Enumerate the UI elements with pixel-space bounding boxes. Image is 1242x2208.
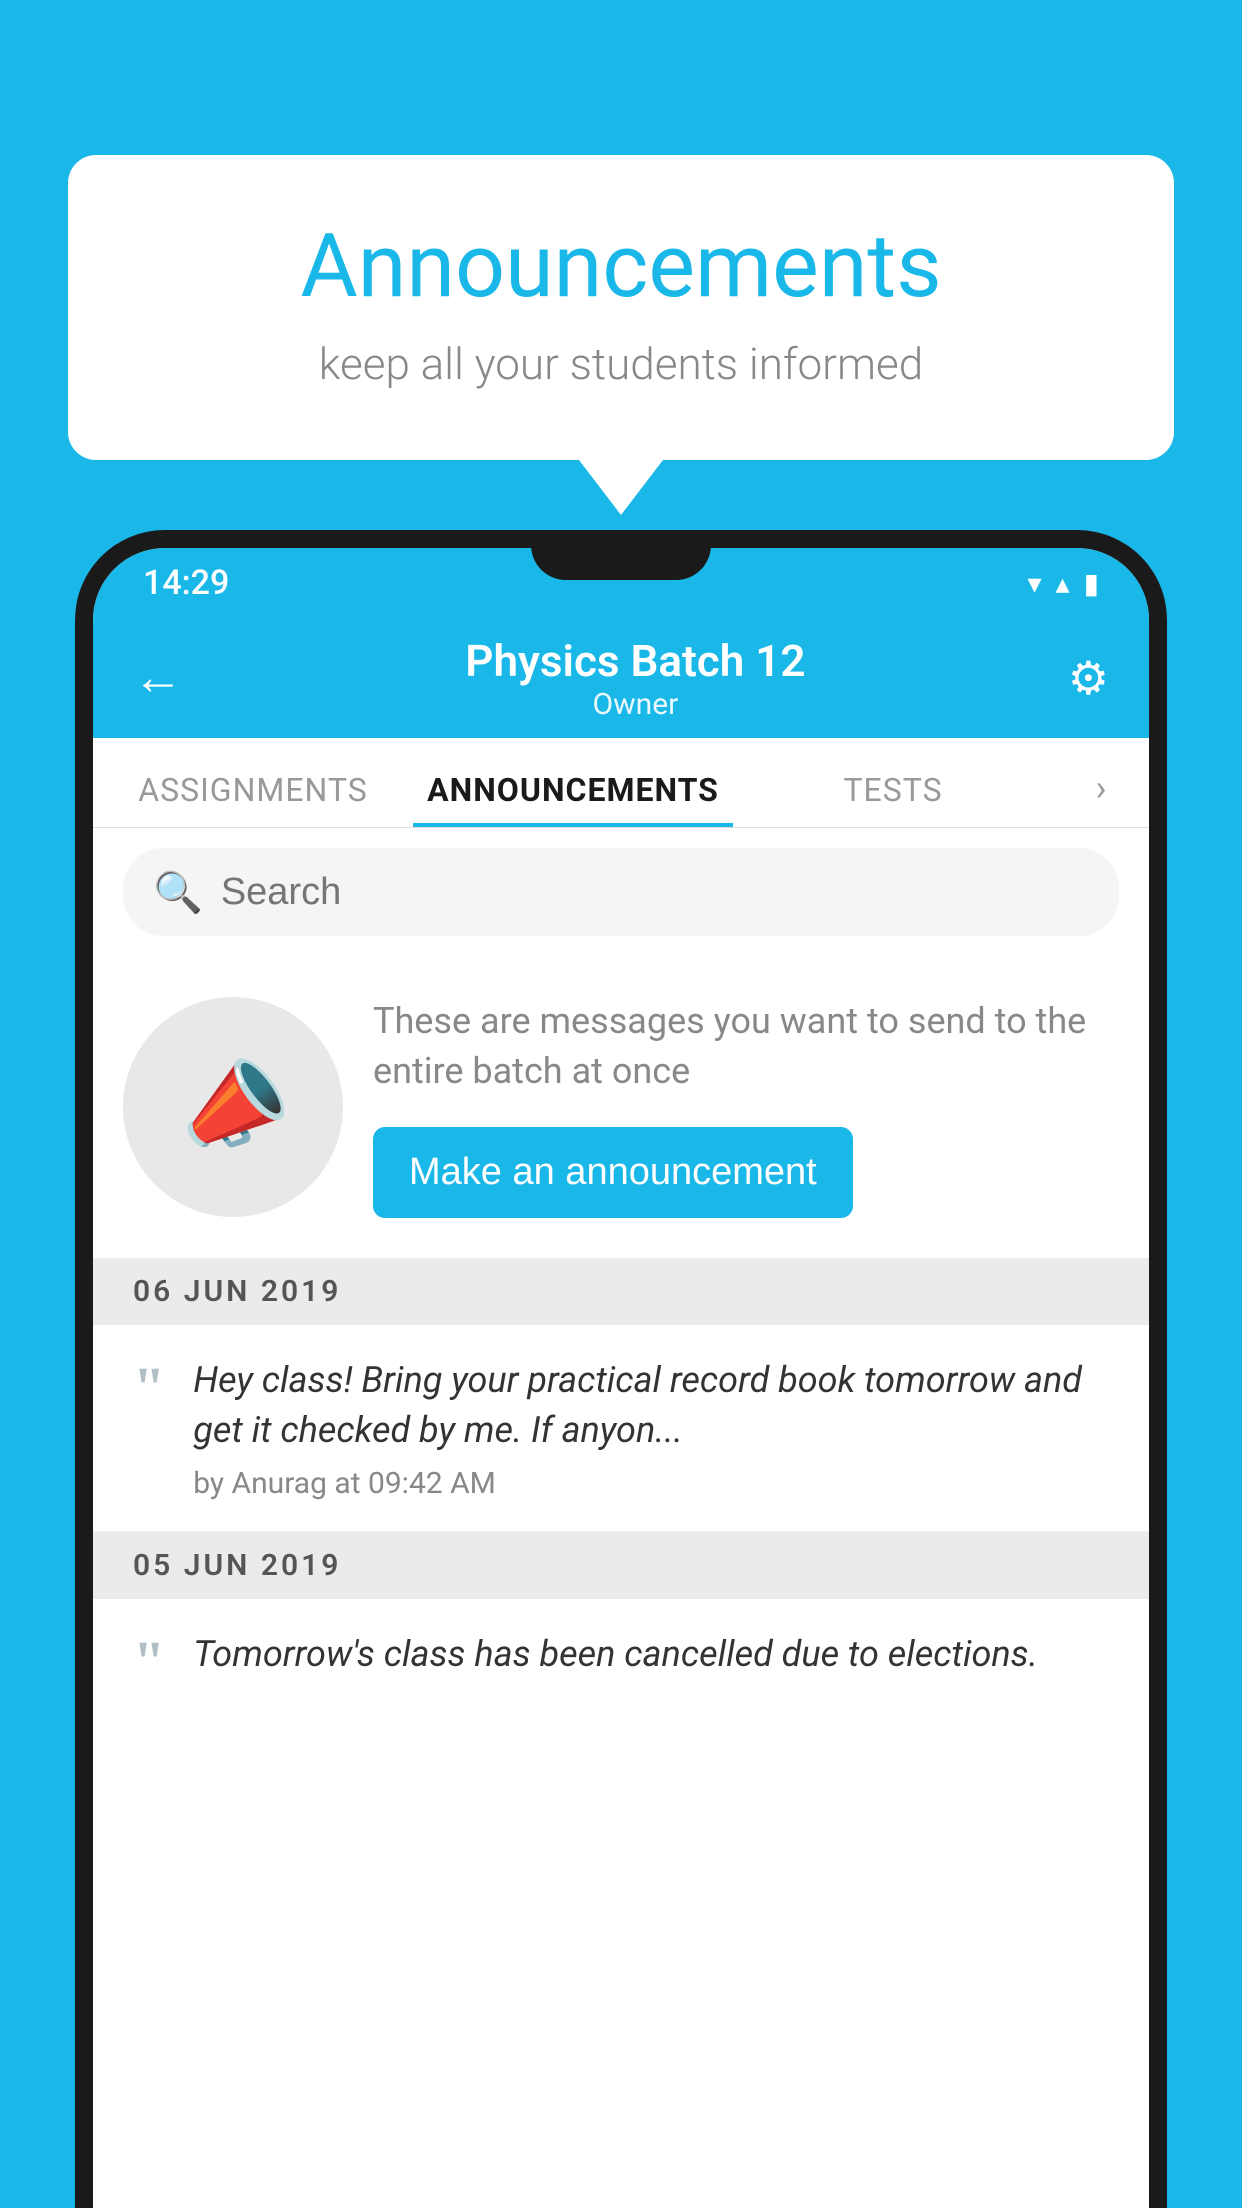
message-meta-1: by Anurag at 09:42 AM (193, 1466, 1119, 1501)
speech-bubble-arrow (579, 460, 663, 515)
speech-bubble-subtitle: keep all your students informed (148, 338, 1094, 390)
top-bar-center: Physics Batch 12 Owner (203, 635, 1068, 722)
tab-announcements[interactable]: ANNOUNCEMENTS (413, 771, 733, 827)
phone-outer: 14:29 ▾ ▴ ▮ ← Physics Batch 12 Owner ⚙ A… (75, 530, 1167, 2208)
tab-bar: ASSIGNMENTS ANNOUNCEMENTS TESTS › (93, 738, 1149, 828)
announcement-icon-circle: 📣 (123, 997, 343, 1217)
message-content-2: Tomorrow's class has been cancelled due … (193, 1629, 1119, 1689)
date-divider-2: 05 JUN 2019 (93, 1532, 1149, 1599)
phone-notch (531, 530, 711, 580)
battery-icon: ▮ (1084, 567, 1099, 600)
back-button[interactable]: ← (133, 653, 183, 703)
search-bar[interactable]: 🔍 (123, 848, 1119, 936)
wifi-icon: ▾ (1027, 567, 1041, 600)
speech-bubble-card: Announcements keep all your students inf… (68, 155, 1174, 460)
search-container: 🔍 (93, 828, 1149, 956)
speech-bubble-title: Announcements (148, 215, 1094, 318)
tab-assignments[interactable]: ASSIGNMENTS (93, 771, 413, 827)
message-text-2: Tomorrow's class has been cancelled due … (193, 1629, 1119, 1679)
search-icon: 🔍 (153, 869, 203, 916)
empty-state: 📣 These are messages you want to send to… (93, 956, 1149, 1258)
message-text-1: Hey class! Bring your practical record b… (193, 1355, 1119, 1456)
tab-more[interactable]: › (1053, 767, 1149, 827)
signal-icon: ▴ (1056, 567, 1070, 600)
search-input[interactable] (221, 871, 1089, 914)
status-time: 14:29 (143, 563, 229, 603)
batch-title: Physics Batch 12 (203, 635, 1068, 687)
date-divider-1: 06 JUN 2019 (93, 1258, 1149, 1325)
phone-mockup: 14:29 ▾ ▴ ▮ ← Physics Batch 12 Owner ⚙ A… (75, 530, 1167, 2208)
status-icons: ▾ ▴ ▮ (1027, 567, 1099, 600)
empty-state-right: These are messages you want to send to t… (373, 996, 1119, 1218)
speech-bubble-section: Announcements keep all your students inf… (68, 155, 1174, 515)
batch-subtitle: Owner (203, 687, 1068, 722)
quote-icon-2: " (133, 1633, 165, 1691)
tab-tests[interactable]: TESTS (733, 771, 1053, 827)
message-item-1[interactable]: " Hey class! Bring your practical record… (93, 1325, 1149, 1532)
megaphone-icon: 📣 (165, 1042, 300, 1172)
settings-button[interactable]: ⚙ (1068, 651, 1109, 706)
message-item-2[interactable]: " Tomorrow's class has been cancelled du… (93, 1599, 1149, 1701)
empty-state-description: These are messages you want to send to t… (373, 996, 1119, 1097)
message-content-1: Hey class! Bring your practical record b… (193, 1355, 1119, 1501)
top-bar: ← Physics Batch 12 Owner ⚙ (93, 618, 1149, 738)
quote-icon-1: " (133, 1359, 165, 1417)
phone-screen: 14:29 ▾ ▴ ▮ ← Physics Batch 12 Owner ⚙ A… (93, 548, 1149, 2208)
make-announcement-button[interactable]: Make an announcement (373, 1127, 853, 1218)
